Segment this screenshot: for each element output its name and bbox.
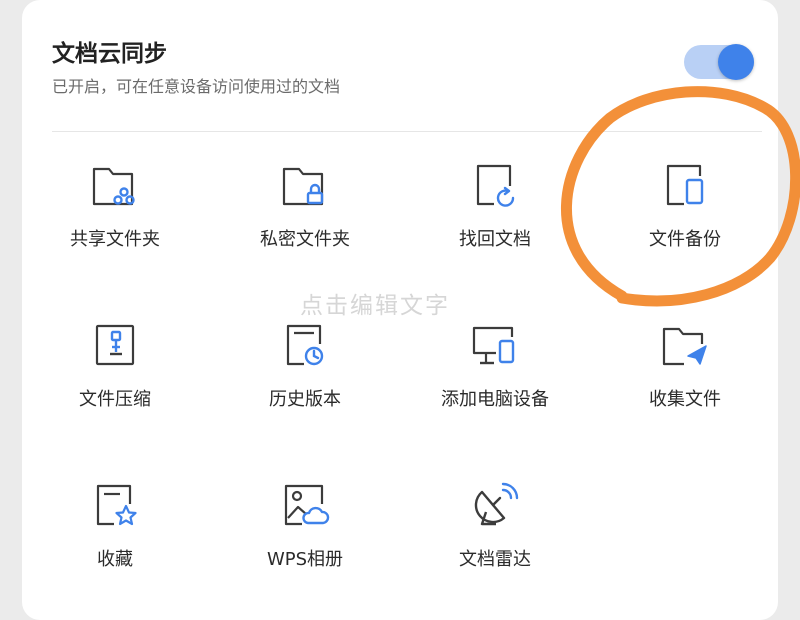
add-computer-device-icon [470,320,520,370]
tool-file-compress[interactable]: 文件压缩 [40,302,190,432]
toggle-knob [718,44,754,80]
cloud-sync-toggle[interactable] [684,44,754,80]
watermark-text: 点击编辑文字 [300,293,450,319]
tool-file-backup[interactable]: 文件备份 [610,142,760,272]
tool-document-radar[interactable]: 文档雷达 [420,462,570,592]
divider [52,131,762,132]
tool-private-folder[interactable]: 私密文件夹 [230,142,380,272]
tool-history-version[interactable]: 历史版本 [230,302,380,432]
tool-label: 历史版本 [269,389,341,410]
tool-label: 私密文件夹 [260,229,350,250]
tool-label: 收藏 [97,549,133,570]
file-backup-icon [660,160,710,210]
file-compress-icon [90,320,140,370]
history-version-icon [280,320,330,370]
shared-folder-icon [90,160,140,210]
favorites-icon [90,480,140,530]
tool-recover-document[interactable]: 找回文档 [420,142,570,272]
document-radar-icon [470,480,520,530]
tool-label: 收集文件 [649,389,721,410]
tool-add-computer-device[interactable]: 添加电脑设备 [420,302,570,432]
cloud-sync-subtitle: 已开启，可在任意设备访问使用过的文档 [52,77,341,96]
tool-label: 添加电脑设备 [441,389,549,410]
tool-wps-album[interactable]: WPS相册 [230,462,380,592]
tool-label: 文件压缩 [79,389,151,410]
tool-label: 文档雷达 [459,549,531,570]
recover-document-icon [470,160,520,210]
collect-files-icon [660,320,710,370]
tool-shared-folder[interactable]: 共享文件夹 [40,142,190,272]
tool-collect-files[interactable]: 收集文件 [610,302,760,432]
tool-favorites[interactable]: 收藏 [40,462,190,592]
private-folder-icon [280,160,330,210]
cloud-sync-title: 文档云同步 [52,41,167,67]
tool-label: 找回文档 [459,229,531,250]
wps-album-icon [280,480,330,530]
tool-label: 共享文件夹 [70,229,160,250]
tool-label: 文件备份 [649,229,721,250]
tool-label: WPS相册 [266,549,344,570]
